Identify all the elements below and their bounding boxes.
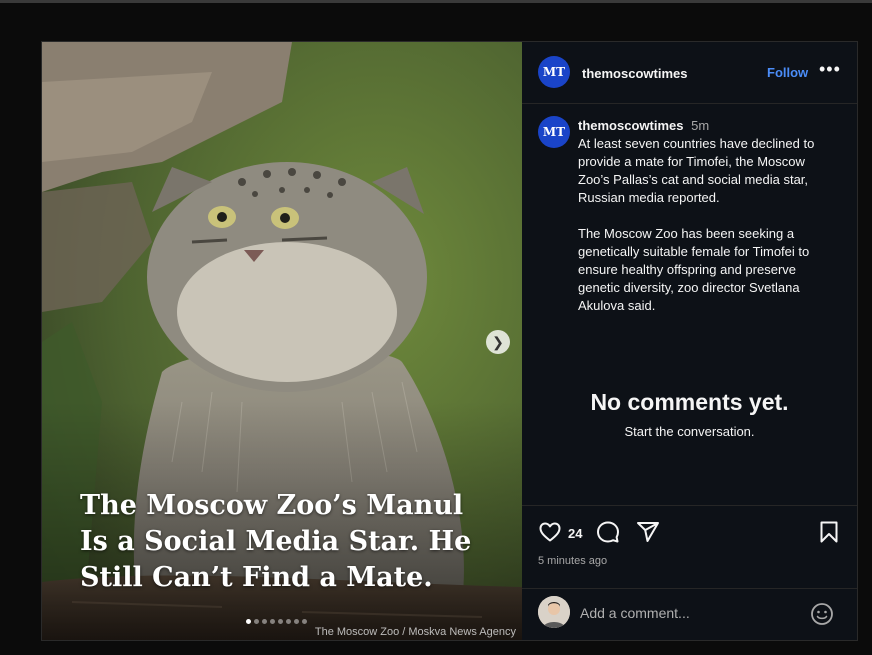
carousel-dot[interactable]: [270, 619, 275, 624]
carousel-next-button[interactable]: ❯: [486, 330, 510, 354]
post-modal: The Moscow Zoo’s Manul Is a Social Media…: [41, 41, 858, 641]
post-timestamp[interactable]: 5 minutes ago: [538, 555, 607, 567]
post-header: MT themoscowtimes Follow •••: [522, 42, 857, 104]
caption-paragraph: At least seven countries have declined t…: [578, 136, 815, 205]
heart-icon[interactable]: [538, 520, 562, 544]
caption-username[interactable]: themoscowtimes: [578, 118, 683, 133]
carousel-dots: [246, 619, 307, 624]
carousel-dot[interactable]: [278, 619, 283, 624]
share-icon[interactable]: [636, 520, 660, 544]
comment-bar: [522, 588, 857, 641]
empty-comments-title: No comments yet.: [590, 389, 789, 415]
carousel-dot[interactable]: [286, 619, 291, 624]
empty-comments-subtitle: Start the conversation.: [624, 424, 755, 439]
carousel-dot[interactable]: [246, 619, 251, 624]
carousel-dot[interactable]: [302, 619, 307, 624]
emoji-icon[interactable]: [810, 602, 834, 626]
photo-credit: The Moscow Zoo / Moskva News Agency: [314, 626, 516, 638]
user-avatar[interactable]: [538, 596, 570, 628]
window-top-border: [0, 0, 872, 3]
chevron-right-icon: ❯: [492, 333, 504, 350]
avatar-initials: MT: [542, 65, 566, 79]
caption-time: 5m: [691, 118, 710, 133]
avatar-initials: MT: [542, 125, 566, 139]
comment-input[interactable]: [578, 597, 782, 629]
caption-avatar[interactable]: MT: [538, 116, 570, 148]
post-media: The Moscow Zoo’s Manul Is a Social Media…: [42, 42, 522, 640]
account-avatar[interactable]: MT: [538, 56, 570, 88]
carousel-dot[interactable]: [294, 619, 299, 624]
like-count[interactable]: 24: [568, 526, 582, 541]
carousel-dot[interactable]: [254, 619, 259, 624]
user-avatar-image: [538, 596, 570, 628]
post-headline: The Moscow Zoo’s Manul Is a Social Media…: [80, 490, 472, 593]
caption-paragraph: The Moscow Zoo has been seeking a geneti…: [578, 226, 810, 313]
empty-comments: No comments yet. Start the conversation.: [522, 389, 857, 439]
bookmark-icon[interactable]: [817, 520, 841, 544]
follow-button[interactable]: Follow: [767, 65, 808, 80]
more-options-icon[interactable]: •••: [819, 59, 841, 80]
carousel-dot[interactable]: [262, 619, 267, 624]
comment-icon[interactable]: [596, 520, 620, 544]
post-side-panel: MT themoscowtimes Follow ••• MT themosco…: [522, 42, 857, 640]
caption-text: themoscowtimes 5m At least seven countri…: [578, 117, 840, 333]
account-username[interactable]: themoscowtimes: [582, 66, 687, 81]
post-actions: 24 5 minutes ago: [522, 505, 857, 589]
